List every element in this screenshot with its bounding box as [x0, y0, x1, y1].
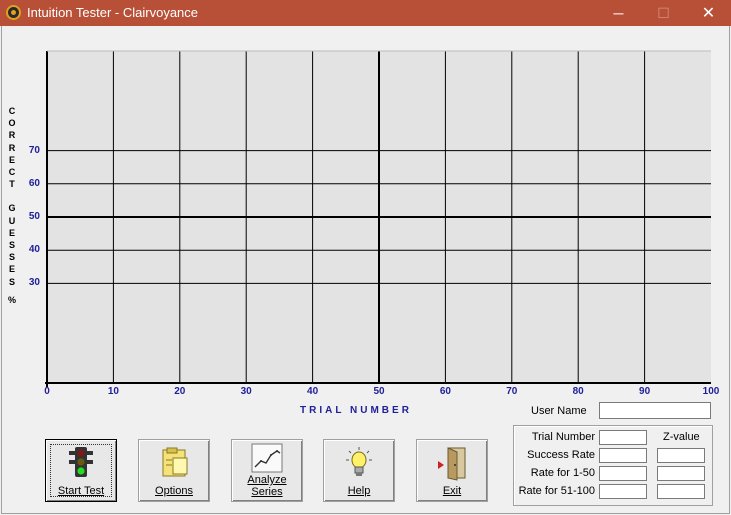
y-axis-title-guesses-letter: S	[8, 240, 15, 251]
y-tick-label: 60	[28, 177, 40, 189]
lightbulb-icon	[346, 447, 372, 476]
x-tick-label: 70	[506, 386, 518, 397]
y-tick-label: 70	[28, 144, 40, 156]
y-axis-title-correct-letter: R	[8, 130, 16, 141]
results-chart: CORRECT GUESSES % 30 40 50 60 70 0 10 20 30 40 50…	[0, 0, 731, 420]
analyze-series-button[interactable]: Analyze Series	[231, 439, 303, 502]
x-tick-label: 50	[373, 386, 385, 397]
plot-area	[45, 50, 711, 387]
y-axis-title-correct-letter: E	[8, 154, 15, 165]
z-value-field-2[interactable]	[657, 466, 705, 481]
x-tick-label: 90	[639, 386, 651, 397]
help-button[interactable]: Help	[323, 439, 395, 502]
x-tick-label: 40	[307, 386, 319, 397]
y-axis-title-guesses-letter: S	[8, 252, 15, 263]
user-name-label: User Name	[531, 405, 587, 417]
y-tick-label: 30	[28, 277, 40, 289]
y-axis-title-correct-letter: C	[8, 106, 16, 116]
traffic-light-icon	[69, 447, 93, 477]
x-tick-label: 60	[439, 386, 451, 397]
rate-51-100-label: Rate for 51-100	[518, 485, 595, 497]
y-axis-title-guesses-letter: U	[8, 215, 16, 226]
start-test-label: Start Test	[57, 485, 105, 497]
x-tick-label: 80	[572, 386, 584, 397]
y-axis-title-guesses-letter: E	[8, 227, 15, 238]
analyze-label-line2: Series	[251, 486, 283, 498]
y-axis-title: CORRECT GUESSES %	[7, 105, 17, 306]
analyze-series-label: Analyze Series	[232, 474, 302, 498]
trial-number-field[interactable]	[599, 430, 647, 445]
y-axis-title-correct-letter: C	[8, 167, 16, 178]
user-name-input[interactable]	[599, 402, 711, 419]
start-test-button[interactable]: Start Test	[45, 439, 117, 502]
rate-1-50-label: Rate for 1-50	[530, 467, 595, 479]
y-axis-title-correct-letter: O	[8, 118, 16, 129]
x-axis-title: TRIAL NUMBER	[300, 405, 412, 416]
rate-51-100-field[interactable]	[599, 484, 647, 499]
x-tick-label: 100	[702, 386, 720, 397]
x-tick-label: 10	[107, 386, 119, 397]
y-axis-title-guesses-letter: E	[8, 264, 15, 275]
z-value-field-3[interactable]	[657, 484, 705, 499]
y-tick-label: 40	[28, 244, 40, 256]
x-tick-label: 30	[240, 386, 252, 397]
x-tick-label: 20	[174, 386, 186, 397]
door-exit-icon	[438, 447, 466, 481]
trial-number-label: Trial Number	[531, 431, 595, 443]
rate-1-50-field[interactable]	[599, 466, 647, 481]
help-label: Help	[347, 485, 371, 497]
y-axis-title-guesses-letter: S	[8, 276, 15, 287]
x-tick-label: 0	[44, 386, 50, 397]
y-axis-title-guesses-letter: G	[8, 203, 16, 214]
y-axis-percent: %	[7, 294, 16, 305]
y-axis-title-correct-letter: R	[8, 142, 16, 153]
options-label: Options	[155, 485, 193, 497]
z-value-field-1[interactable]	[657, 448, 705, 463]
options-button[interactable]: Options	[138, 439, 210, 502]
exit-label: Exit	[442, 485, 462, 497]
notepad-icon	[162, 447, 188, 477]
y-tick-label: 50	[28, 211, 40, 222]
chart-icon	[251, 443, 283, 473]
success-rate-field[interactable]	[599, 448, 647, 463]
exit-button[interactable]: Exit	[416, 439, 488, 502]
analyze-label-line1: Analyze	[247, 474, 287, 486]
success-rate-label: Success Rate	[527, 449, 595, 461]
y-axis-title-correct-letter: T	[9, 179, 15, 190]
z-value-label: Z-value	[663, 431, 700, 443]
